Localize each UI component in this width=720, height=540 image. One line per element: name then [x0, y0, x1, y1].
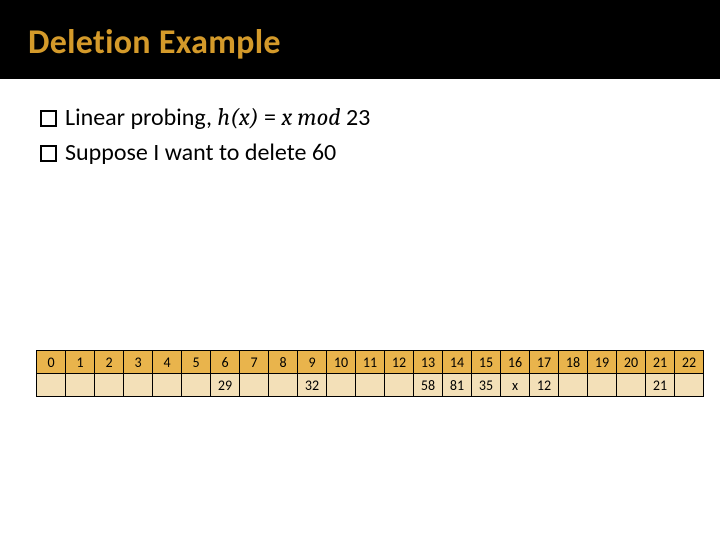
value-cell	[617, 374, 646, 397]
value-cell	[385, 374, 414, 397]
value-cell: 35	[472, 374, 501, 397]
index-cell: 3	[124, 351, 153, 374]
index-cell: 14	[443, 351, 472, 374]
index-row: 0 1 2 3 4 5 6 7 8 9 10 11 12 13 14 15 16…	[37, 351, 704, 374]
value-cell: x	[501, 374, 530, 397]
index-cell: 7	[240, 351, 269, 374]
value-cell	[240, 374, 269, 397]
value-cell: 21	[646, 374, 675, 397]
bullet-2-text: Suppose I want to delete 60	[65, 138, 336, 167]
value-cell	[153, 374, 182, 397]
bullet-1-prefix: Linear probing,	[65, 103, 217, 132]
index-cell: 21	[646, 351, 675, 374]
bullet-1-lhs: h(x)	[217, 103, 258, 131]
value-cell	[66, 374, 95, 397]
value-cell	[269, 374, 298, 397]
bullet-text: Linear probing, h(x) = x mod 23	[65, 103, 370, 132]
value-cell: 12	[530, 374, 559, 397]
index-cell: 22	[675, 351, 704, 374]
index-cell: 17	[530, 351, 559, 374]
index-cell: 19	[588, 351, 617, 374]
index-cell: 18	[559, 351, 588, 374]
index-cell: 15	[472, 351, 501, 374]
value-cell	[588, 374, 617, 397]
index-cell: 6	[211, 351, 240, 374]
value-cell: 32	[298, 374, 327, 397]
value-cell	[124, 374, 153, 397]
index-cell: 11	[356, 351, 385, 374]
index-cell: 10	[327, 351, 356, 374]
index-cell: 0	[37, 351, 66, 374]
bullet-square-icon	[40, 145, 57, 162]
value-cell: 81	[443, 374, 472, 397]
value-cell	[559, 374, 588, 397]
index-cell: 13	[414, 351, 443, 374]
slide-content: Linear probing, h(x) = x mod 23 Suppose …	[0, 79, 720, 167]
bullet-1: Linear probing, h(x) = x mod 23	[40, 103, 680, 132]
value-cell	[182, 374, 211, 397]
bullet-1-tail: 23	[341, 103, 371, 132]
index-cell: 4	[153, 351, 182, 374]
bullet-1-rhs: x mod	[281, 103, 340, 131]
value-cell	[327, 374, 356, 397]
index-cell: 12	[385, 351, 414, 374]
index-cell: 20	[617, 351, 646, 374]
index-cell: 1	[66, 351, 95, 374]
bullet-square-icon	[40, 110, 57, 127]
index-cell: 16	[501, 351, 530, 374]
slide-title: Deletion Example	[0, 0, 720, 79]
index-cell: 5	[182, 351, 211, 374]
bullet-1-eq: =	[259, 103, 282, 132]
slide: Deletion Example Linear probing, h(x) = …	[0, 0, 720, 540]
bullet-2: Suppose I want to delete 60	[40, 138, 680, 167]
value-cell	[37, 374, 66, 397]
index-cell: 9	[298, 351, 327, 374]
value-cell: 29	[211, 374, 240, 397]
value-cell	[356, 374, 385, 397]
index-cell: 2	[95, 351, 124, 374]
value-cell	[675, 374, 704, 397]
hash-table: 0 1 2 3 4 5 6 7 8 9 10 11 12 13 14 15 16…	[36, 350, 704, 397]
index-cell: 8	[269, 351, 298, 374]
value-row: 29 32 58 81 35 x 12 21	[37, 374, 704, 397]
value-cell	[95, 374, 124, 397]
value-cell: 58	[414, 374, 443, 397]
hash-table-grid: 0 1 2 3 4 5 6 7 8 9 10 11 12 13 14 15 16…	[36, 350, 704, 397]
